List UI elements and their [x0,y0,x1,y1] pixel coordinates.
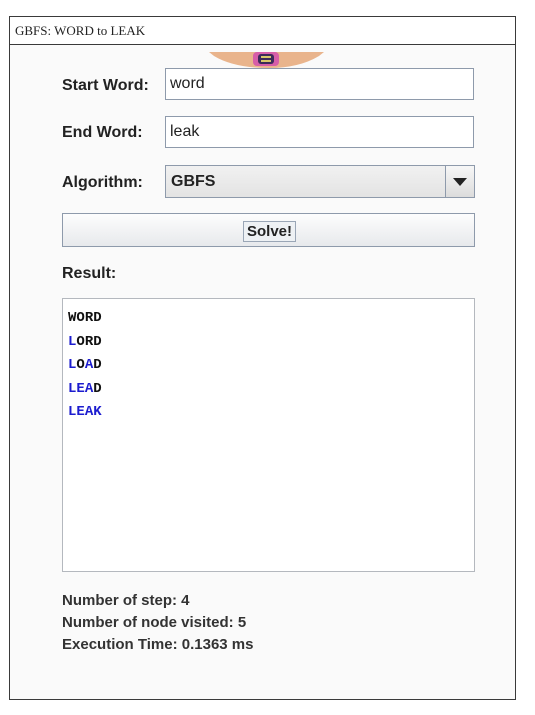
result-label: Result: [62,265,117,282]
result-letter: D [93,357,102,373]
result-line: LORD [68,333,474,357]
algorithm-select[interactable]: GBFS [165,165,475,198]
result-text-area[interactable]: WORD LORD LOAD LEAD LEAK [62,298,475,572]
window-title: GBFS: WORD to LEAK [10,17,515,45]
result-letter: E [76,380,85,397]
result-letter: D [93,333,102,350]
mascot-logo-icon [209,52,324,68]
result-letter: O [76,310,85,326]
end-word-label: End Word: [62,124,143,141]
result-line: LEAD [68,380,474,404]
result-letter: K [93,404,102,420]
start-word-input[interactable]: word [165,68,474,100]
result-letter: D [93,310,102,326]
result-letter: A [84,357,94,373]
solve-button-label: Solve! [243,221,297,242]
result-letter: A [84,380,94,397]
nodes-visited-count: Number of node visited: 5 [62,614,247,631]
result-letter: O [76,333,85,350]
execution-time: Execution Time: 0.1363 ms [62,636,254,653]
result-letter: A [84,404,94,420]
result-letter: E [76,404,85,420]
steps-count: Number of step: 4 [62,592,190,609]
start-word-label: Start Word: [62,77,149,94]
result-line: WORD [68,309,474,333]
result-letter: O [76,357,85,373]
chevron-down-icon [453,178,467,186]
result-line: LOAD [68,356,474,380]
result-line: LEAK [68,403,474,427]
algorithm-label: Algorithm: [62,174,143,191]
algorithm-selected-value: GBFS [171,173,216,190]
app-window: GBFS: WORD to LEAK Start Word: word End … [9,16,516,700]
result-letter: D [93,380,102,397]
result-letter: R [84,310,94,326]
dropdown-button[interactable] [445,166,474,197]
solve-button[interactable]: Solve! [62,213,475,247]
result-letter: R [84,333,94,350]
end-word-input[interactable]: leak [165,116,474,148]
